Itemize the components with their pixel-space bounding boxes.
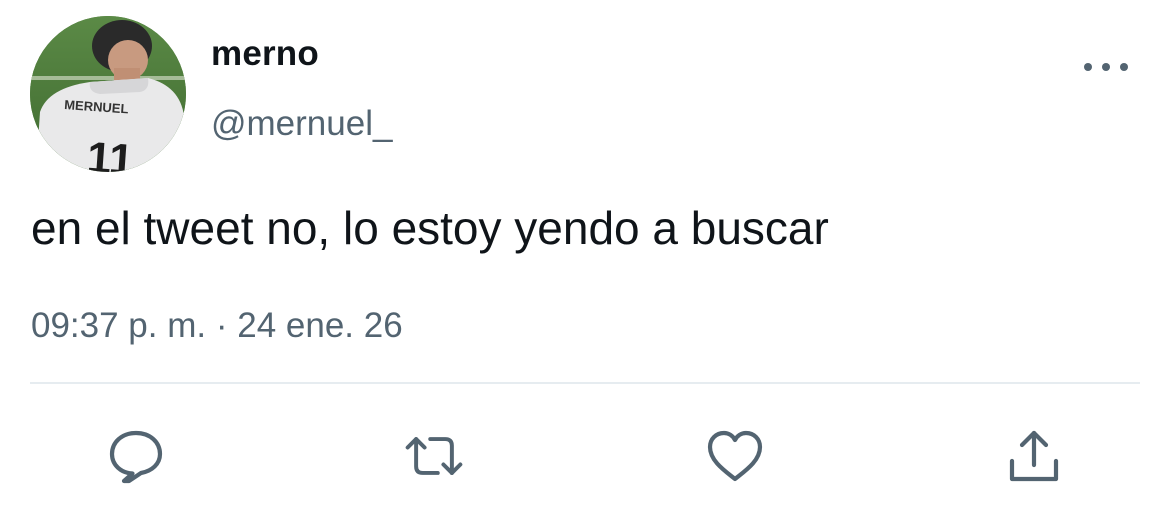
user-handle[interactable]: @mernuel_	[211, 104, 392, 144]
share-button[interactable]	[1002, 424, 1066, 488]
more-options-button[interactable]	[1084, 52, 1128, 82]
retweet-button[interactable]	[402, 424, 466, 488]
avatar-photo: MERNUEL 11	[30, 16, 186, 172]
more-horizontal-icon-dot	[1120, 63, 1128, 71]
divider	[30, 382, 1140, 384]
more-horizontal-icon	[1084, 63, 1092, 71]
share-icon	[1009, 430, 1059, 482]
avatar[interactable]: MERNUEL 11	[30, 16, 186, 172]
reply-icon	[109, 430, 163, 484]
tweet-text: en el tweet no, lo estoy yendo a buscar	[31, 202, 829, 254]
tweet-card: MERNUEL 11 merno @mernuel_ en el tweet n…	[0, 0, 1170, 522]
tweet-time[interactable]: 09:37 p. m.	[31, 306, 206, 345]
heart-icon	[707, 430, 763, 482]
meta-separator: ·	[215, 306, 228, 345]
tweet-date[interactable]: 24 ene. 26	[237, 306, 402, 345]
display-name[interactable]: merno	[211, 34, 319, 74]
like-button[interactable]	[703, 424, 767, 488]
tweet-meta: 09:37 p. m. · 24 ene. 26	[31, 306, 403, 346]
avatar-jersey-number: 11	[85, 133, 135, 172]
retweet-icon	[405, 437, 463, 475]
more-horizontal-icon-dot	[1102, 63, 1110, 71]
reply-button[interactable]	[104, 424, 168, 488]
